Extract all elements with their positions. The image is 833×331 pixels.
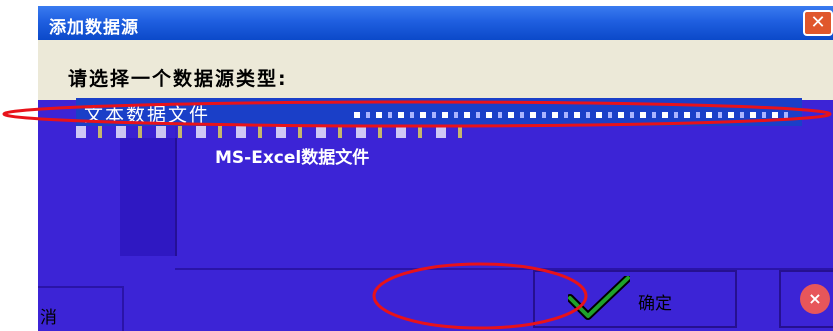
close-icon: ✕ [810, 12, 826, 33]
ok-button[interactable] [533, 270, 737, 328]
title-bar[interactable]: 添加数据源 ✕ [38, 6, 833, 40]
close-button[interactable]: ✕ [803, 10, 833, 36]
render-artifact [354, 112, 794, 118]
left-panel [38, 126, 122, 271]
cancel-label: 消 [40, 308, 57, 328]
window-title: 添加数据源 [49, 18, 139, 38]
screenshot: 添加数据源 ✕ 请选择一个数据源类型: 文本数据文件 MS-Excel数据文件 … [0, 0, 833, 331]
cancel-icon: × [800, 284, 830, 314]
list-item-text-file[interactable]: 文本数据文件 [84, 100, 210, 127]
ok-label: 确定 [638, 294, 672, 314]
prompt-label: 请选择一个数据源类型: [68, 68, 288, 90]
list-item-excel-file[interactable]: MS-Excel数据文件 [215, 143, 369, 168]
checkmark-icon [568, 276, 630, 320]
render-artifact [76, 126, 476, 138]
